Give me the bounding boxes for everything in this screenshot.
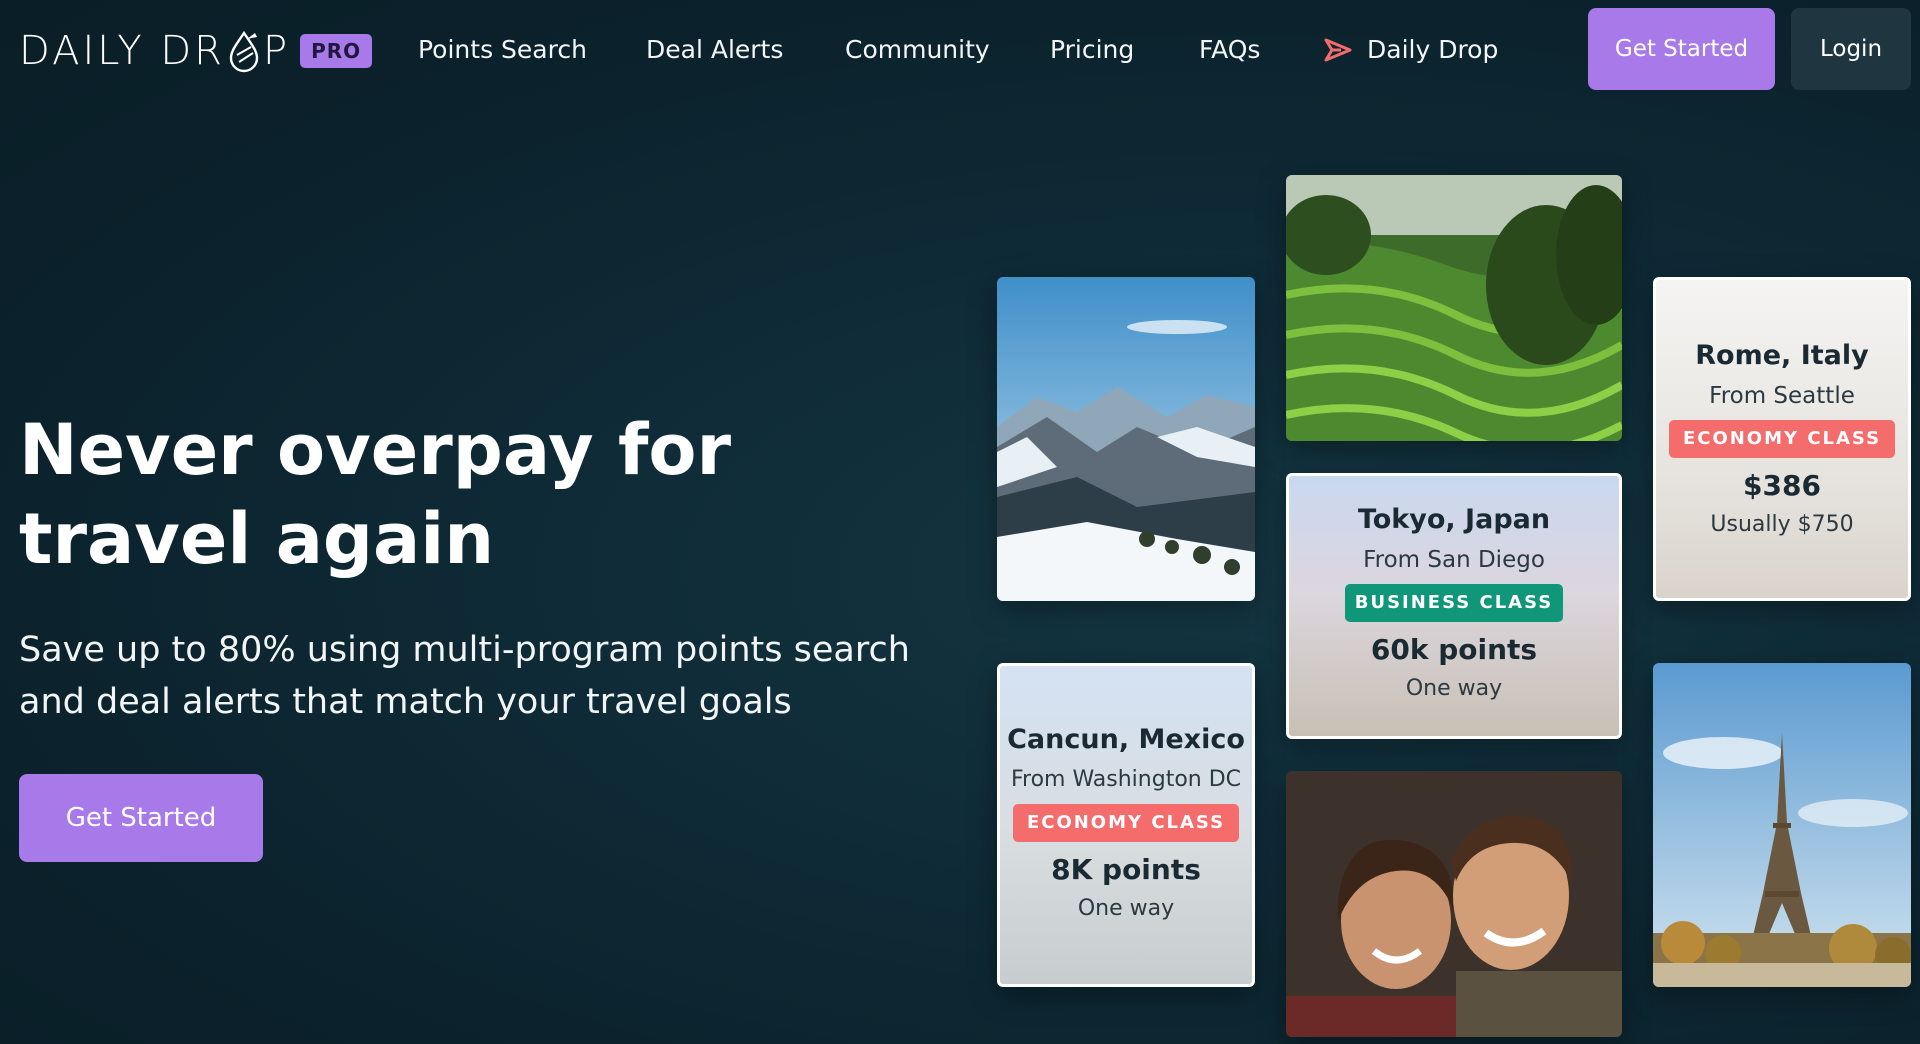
class-badge: ECONOMY CLASS — [1013, 804, 1239, 842]
nav-deal-alerts[interactable]: Deal Alerts — [646, 30, 783, 70]
deal-price: 60k points — [1370, 633, 1538, 666]
deal-price: $386 — [1743, 469, 1821, 502]
daily-drop-label: Daily Drop — [1367, 35, 1499, 64]
nav-community[interactable]: Community — [845, 30, 990, 70]
snowy-mountains-image — [997, 277, 1255, 601]
deal-origin: From San Diego — [1363, 547, 1545, 573]
eiffel-tower-image — [1653, 663, 1911, 987]
photo-snowy-mountains — [997, 277, 1255, 601]
pro-badge: PRO — [300, 34, 373, 68]
get-started-nav-button[interactable]: Get Started — [1588, 8, 1775, 90]
deal-price: 8K points — [1051, 853, 1201, 886]
nav-daily-drop[interactable]: Daily Drop — [1323, 30, 1498, 70]
nav-pricing[interactable]: Pricing — [1050, 30, 1134, 70]
class-badge: ECONOMY CLASS — [1669, 420, 1895, 458]
deal-card-rome[interactable]: Rome, Italy From Seattle ECONOMY CLASS $… — [1653, 277, 1911, 601]
deal-city: Cancun, Mexico — [1007, 724, 1245, 755]
top-navigation: DAILY DR P PRO Points Search Deal Alerts… — [0, 0, 1920, 100]
deal-card-tokyo[interactable]: Tokyo, Japan From San Diego BUSINESS CLA… — [1286, 473, 1622, 739]
smiling-couple-image — [1286, 771, 1622, 1037]
deal-city: Tokyo, Japan — [1357, 504, 1551, 535]
rice-terraces-image — [1286, 175, 1622, 441]
login-button[interactable]: Login — [1791, 8, 1911, 90]
deal-note: One way — [1405, 676, 1503, 701]
photo-eiffel-tower — [1653, 663, 1911, 987]
logo-text-part2: P — [262, 28, 291, 74]
deal-city: Rome, Italy — [1695, 340, 1869, 371]
deal-note: One way — [1077, 896, 1175, 921]
class-badge: BUSINESS CLASS — [1345, 584, 1563, 622]
send-arrow-icon — [1324, 38, 1352, 62]
nav-faqs[interactable]: FAQs — [1199, 30, 1260, 70]
get-started-hero-button[interactable]: Get Started — [19, 774, 263, 862]
deal-origin: From Seattle — [1709, 383, 1855, 409]
logo-text-part1: DAILY DR — [19, 28, 225, 74]
photo-smiling-couple — [1286, 771, 1622, 1037]
deal-origin: From Washington DC — [1010, 767, 1242, 792]
photo-rice-terraces — [1286, 175, 1622, 441]
brand-logo[interactable]: DAILY DR P PRO — [19, 26, 373, 76]
nav-points-search[interactable]: Points Search — [418, 30, 587, 70]
drop-logo-icon — [229, 30, 259, 73]
deal-note: Usually $750 — [1710, 512, 1854, 537]
deal-card-cancun[interactable]: Cancun, Mexico From Washington DC ECONOM… — [997, 663, 1255, 987]
hero-title: Never overpay for travel again — [19, 409, 732, 580]
hero-subtitle: Save up to 80% using multi-program point… — [19, 630, 910, 722]
